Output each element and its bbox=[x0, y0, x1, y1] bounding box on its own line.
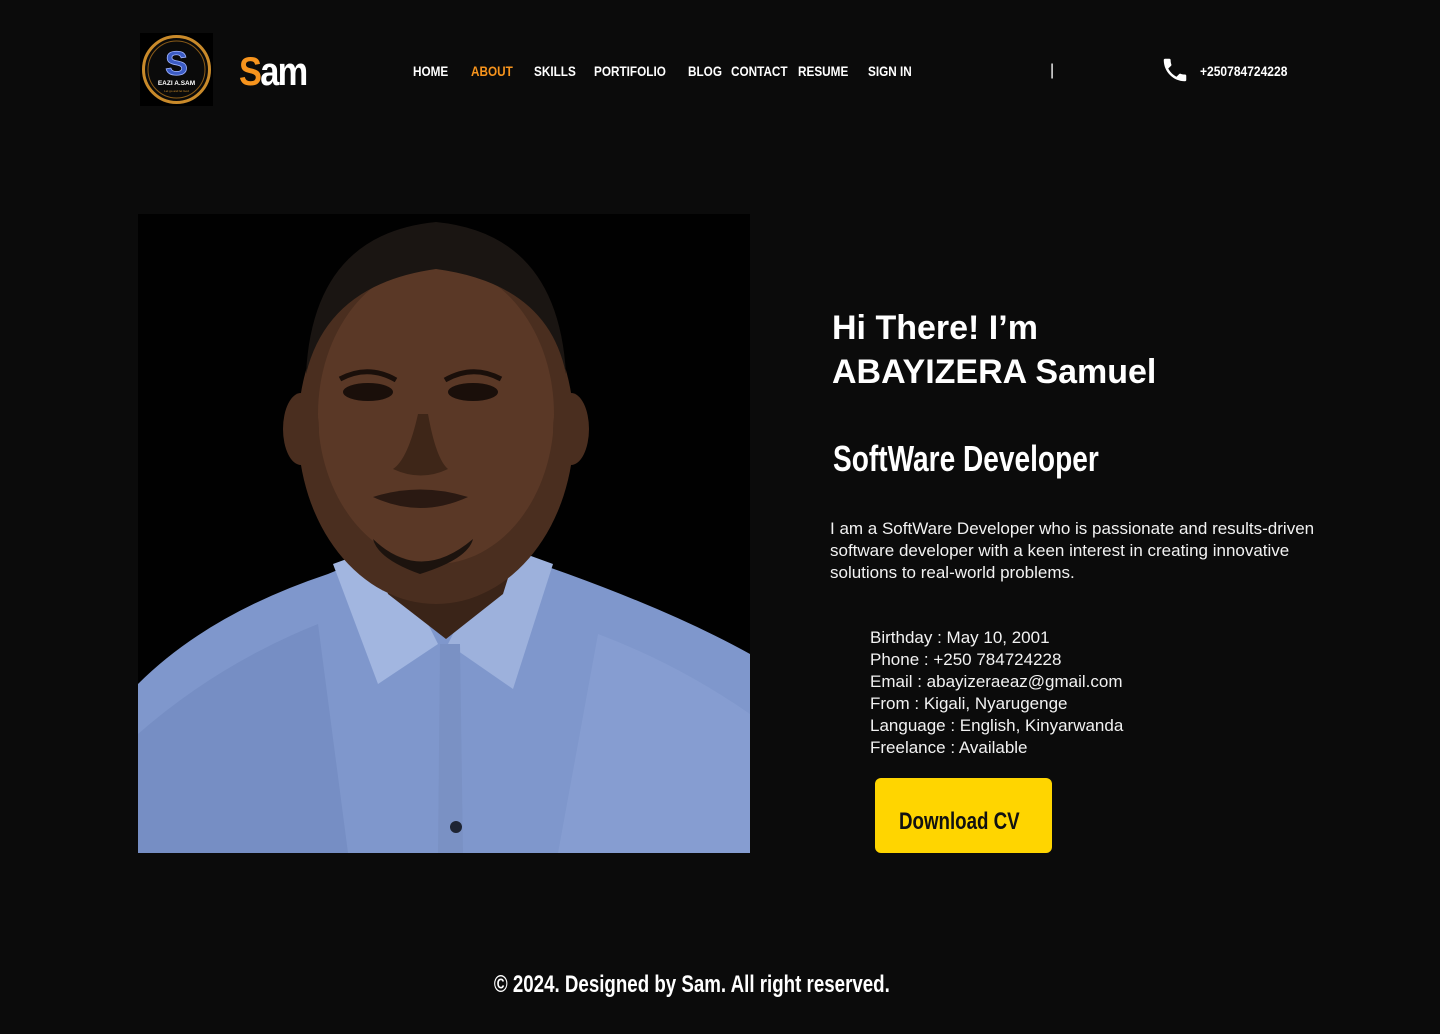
nav-contact[interactable]: CONTACT bbox=[731, 60, 788, 82]
footer-copyright: © 2024. Designed by Sam. All right reser… bbox=[494, 971, 890, 998]
logo-badge[interactable]: S EAZI A.SAM Let go and let God bbox=[140, 33, 213, 106]
nav-home[interactable]: HOME bbox=[413, 60, 448, 82]
nav-separator: | bbox=[1050, 62, 1055, 79]
hero-name: ABAYIZERA Samuel bbox=[832, 353, 1157, 391]
profile-photo bbox=[138, 214, 750, 853]
nav-resume[interactable]: RESUME bbox=[798, 60, 848, 82]
detail-phone: Phone : +250 784724228 bbox=[870, 650, 1062, 669]
logo-badge-text: EAZI A.SAM bbox=[158, 80, 195, 87]
brand-first-letter: S bbox=[239, 50, 262, 94]
download-cv-button[interactable]: Download CV bbox=[875, 778, 1052, 853]
nav-portifolio[interactable]: PORTIFOLIO bbox=[594, 60, 666, 82]
page: S EAZI A.SAM Let go and let God Sam HOME… bbox=[0, 0, 1440, 1034]
nav-about[interactable]: ABOUT bbox=[471, 60, 513, 82]
logo-badge-tagline: Let go and let God bbox=[164, 89, 189, 93]
hero-bio: I am a SoftWare Developer who is passion… bbox=[830, 519, 1315, 582]
detail-email: Email : abayizeraeaz@gmail.com bbox=[870, 672, 1123, 691]
hero-role: SoftWare Developer bbox=[833, 438, 1099, 479]
logo-emblem: S EAZI A.SAM Let go and let God bbox=[142, 35, 211, 104]
detail-language: Language : English, Kinyarwanda bbox=[870, 716, 1124, 735]
nav-sign-in[interactable]: SIGN IN bbox=[868, 60, 912, 82]
brand-name[interactable]: Sam bbox=[239, 46, 308, 98]
detail-freelance: Freelance : Available bbox=[870, 738, 1028, 757]
download-cv-label: Download CV bbox=[899, 808, 1020, 835]
detail-from: From : Kigali, Nyarugenge bbox=[870, 694, 1068, 713]
detail-birthday: Birthday : May 10, 2001 bbox=[870, 628, 1050, 647]
nav-blog[interactable]: BLOG bbox=[688, 60, 722, 82]
hero-greeting-line1: Hi There! I’m bbox=[832, 309, 1038, 347]
header-phone-number[interactable]: +250784724228 bbox=[1200, 60, 1287, 82]
phone-icon[interactable] bbox=[1160, 54, 1190, 86]
personal-details-list: Birthday : May 10, 2001 Phone : +250 784… bbox=[870, 627, 1123, 759]
hero-greeting: Hi There! I’m ABAYIZERA Samuel bbox=[832, 306, 1156, 394]
brand-rest: am bbox=[260, 50, 308, 94]
logo-letter: S bbox=[165, 45, 188, 83]
nav-skills[interactable]: SKILLS bbox=[534, 60, 576, 82]
footer: © 2024. Designed by Sam. All right reser… bbox=[0, 968, 1384, 1002]
